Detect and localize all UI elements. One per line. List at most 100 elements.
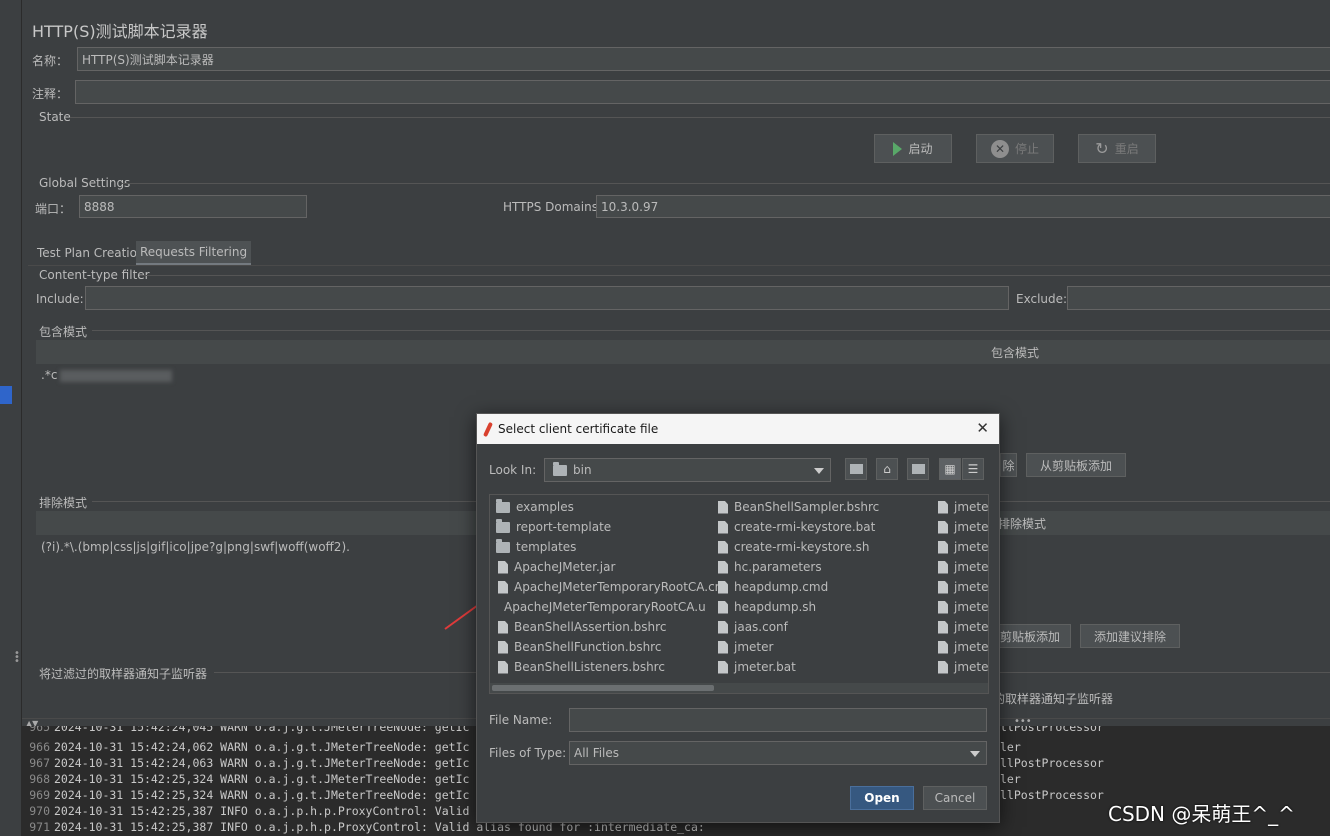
file-icon xyxy=(938,640,948,654)
include-add-from-clipboard-button[interactable]: 从剪贴板添加 xyxy=(1026,453,1126,477)
tab-requests-filtering[interactable]: Requests Filtering xyxy=(136,241,252,265)
file-icon xyxy=(938,560,948,574)
file-icon xyxy=(938,600,948,614)
file-icon xyxy=(718,640,728,654)
restart-button[interactable]: ↻ 重启 xyxy=(1078,134,1156,163)
content-type-filter-title: Content-type filter xyxy=(39,268,150,282)
state-separator xyxy=(70,117,1330,118)
home-icon[interactable]: ⌂ xyxy=(876,458,898,480)
look-in-combo[interactable]: bin xyxy=(544,458,831,482)
splitter-handle[interactable]: • • • xyxy=(14,649,20,667)
look-in-label: Look In: xyxy=(489,463,537,477)
file-icon xyxy=(718,520,728,534)
close-icon[interactable]: ✕ xyxy=(976,419,989,437)
files-of-type-combo[interactable]: All Files xyxy=(569,741,987,765)
include-partial-button[interactable]: 除 xyxy=(1000,453,1017,477)
list-item[interactable]: jmeter xyxy=(938,637,988,657)
list-item[interactable]: hc.parameters xyxy=(718,557,822,577)
list-item[interactable]: create-rmi-keystore.sh xyxy=(718,537,870,557)
list-item[interactable]: jmeter xyxy=(938,497,988,517)
file-name-label: File Name: xyxy=(489,713,553,727)
list-item[interactable]: ApacheJMeterTemporaryRootCA.crt xyxy=(498,577,724,597)
notify-checkbox-label[interactable]: 的取样器通知子监听器 xyxy=(993,690,1113,707)
add-suggested-excludes-button[interactable]: 添加建议排除 xyxy=(1080,624,1180,648)
state-section-title: State xyxy=(39,110,71,124)
name-field[interactable]: HTTP(S)测试脚本记录器 xyxy=(77,47,1330,71)
open-button[interactable]: Open xyxy=(850,786,914,810)
list-item[interactable]: jmeter xyxy=(938,597,988,617)
dialog-titlebar[interactable]: Select client certificate file ✕ xyxy=(477,414,999,444)
file-icon xyxy=(498,660,508,674)
list-item[interactable]: ApacheJMeterTemporaryRootCA.usr xyxy=(498,597,706,617)
list-item[interactable]: jmeter xyxy=(938,657,988,677)
list-item[interactable]: BeanShellSampler.bshrc xyxy=(718,497,879,517)
exclude-table-header-label: 排除模式 xyxy=(998,516,1047,531)
log-right-fragment: ler xyxy=(1000,772,1021,786)
exclude-field[interactable] xyxy=(1067,286,1330,310)
name-label: 名称： xyxy=(32,54,69,68)
list-item[interactable]: jmeter xyxy=(938,537,988,557)
dialog-title: Select client certificate file xyxy=(498,422,659,436)
list-item[interactable]: report-template xyxy=(496,517,611,537)
global-separator xyxy=(122,183,1330,184)
list-item[interactable]: jaas.conf xyxy=(718,617,788,637)
port-field[interactable]: 8888 xyxy=(79,195,307,218)
list-item[interactable]: jmeter xyxy=(938,617,988,637)
list-item[interactable]: heapdump.cmd xyxy=(718,577,828,597)
file-icon xyxy=(938,580,948,594)
file-icon xyxy=(938,660,948,674)
list-item[interactable]: jmeter xyxy=(718,637,773,657)
list-item[interactable]: ApacheJMeter.jar xyxy=(498,557,615,577)
include-field[interactable] xyxy=(85,286,1009,310)
comment-field[interactable] xyxy=(75,80,1330,104)
up-folder-icon[interactable] xyxy=(845,458,867,480)
blurred-text xyxy=(60,370,172,382)
play-icon xyxy=(893,141,903,156)
start-button-label: 启动 xyxy=(908,142,933,156)
scrollbar-thumb[interactable] xyxy=(492,685,714,691)
list-item[interactable]: heapdump.sh xyxy=(718,597,816,617)
start-button[interactable]: 启动 xyxy=(874,134,952,163)
file-list[interactable]: examples report-template templates Apach… xyxy=(489,494,989,694)
log-right-fragment: llPostProcessor xyxy=(1000,788,1104,802)
exclude-patterns-title: 排除模式 xyxy=(39,496,88,510)
file-icon xyxy=(718,580,728,594)
log-right-fragment: llPostProcessor xyxy=(1000,726,1104,734)
file-icon xyxy=(938,520,948,534)
comment-label: 注释： xyxy=(32,87,69,101)
list-item[interactable]: templates xyxy=(496,537,576,557)
list-item[interactable]: jmeter xyxy=(938,517,988,537)
include-patterns-separator xyxy=(92,330,1330,331)
file-icon xyxy=(938,620,948,634)
https-domains-field[interactable]: 10.3.0.97 xyxy=(596,195,1330,218)
exclude-add-from-clipboard-button[interactable]: 剪贴板添加 xyxy=(990,624,1071,648)
list-item[interactable]: BeanShellFunction.bshrc xyxy=(498,637,661,657)
horizontal-scrollbar[interactable] xyxy=(490,683,988,693)
watermark: CSDN @呆萌王^_^ xyxy=(1108,802,1295,826)
feather-icon xyxy=(483,421,493,437)
files-of-type-value: All Files xyxy=(574,746,620,760)
list-item[interactable]: BeanShellListeners.bshrc xyxy=(498,657,665,677)
list-item[interactable]: BeanShellAssertion.bshrc xyxy=(498,617,666,637)
list-view-icon[interactable]: ☰ xyxy=(962,458,984,480)
file-name-field[interactable] xyxy=(569,708,987,732)
file-icon xyxy=(718,560,728,574)
list-item[interactable]: jmeter xyxy=(938,557,988,577)
folder-icon xyxy=(496,498,510,513)
list-item[interactable]: create-rmi-keystore.bat xyxy=(718,517,875,537)
list-item[interactable]: examples xyxy=(496,497,574,517)
new-folder-icon[interactable] xyxy=(907,458,929,480)
cancel-button[interactable]: Cancel xyxy=(923,786,987,810)
file-icon xyxy=(498,580,508,594)
list-item[interactable]: jmeter.bat xyxy=(718,657,796,677)
list-item[interactable]: jmeter xyxy=(938,577,988,597)
tab-test-plan-creation[interactable]: Test Plan Creation xyxy=(33,242,149,264)
grid-view-icon[interactable]: ▦ xyxy=(939,458,961,480)
include-table-row[interactable]: .*c xyxy=(41,368,57,382)
tree-selection-marker xyxy=(0,386,12,404)
include-table-header-label: 包含模式 xyxy=(991,345,1040,360)
exclude-table-row[interactable]: (?i).*\.(bmp|css|js|gif|ico|jpe?g|png|sw… xyxy=(41,540,350,554)
select-certificate-dialog[interactable]: Select client certificate file ✕ Look In… xyxy=(476,413,1000,823)
stop-button[interactable]: ✕ 停止 xyxy=(976,134,1054,163)
restart-icon: ↻ xyxy=(1095,139,1109,158)
